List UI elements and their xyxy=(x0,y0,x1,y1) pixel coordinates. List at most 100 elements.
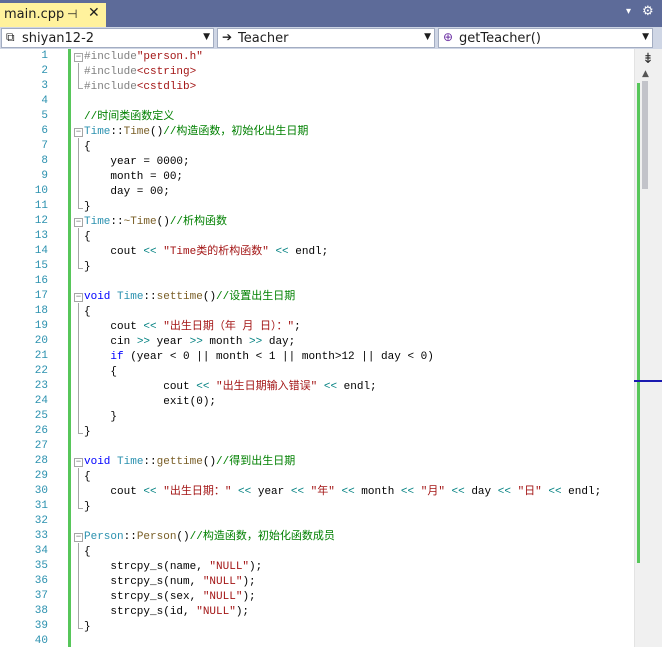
code-line[interactable]: if (year < 0 || month < 1 || month>12 ||… xyxy=(84,350,433,365)
code-token: ); xyxy=(235,606,250,618)
code-line[interactable]: { xyxy=(84,140,91,155)
code-line[interactable]: { xyxy=(84,470,91,485)
scroll-up-icon[interactable]: ▲ xyxy=(642,69,649,79)
gear-icon[interactable]: ⚙ xyxy=(642,4,654,19)
collapse-region-icon[interactable]: − xyxy=(74,128,83,137)
code-line[interactable]: strcpy_s(sex, "NULL"); xyxy=(84,590,255,605)
code-editor[interactable]: 1 2 3 4 5 6 7 8 9 10 11 12 13 14 15 16 17 18 19 20 21 22 23 24 2… xyxy=(0,49,662,647)
scroll-thumb[interactable] xyxy=(642,81,648,189)
code-token: "NULL" xyxy=(202,576,243,588)
collapse-region-icon[interactable]: − xyxy=(74,218,83,227)
code-line[interactable]: } xyxy=(84,410,117,425)
code-line[interactable]: month = 00; xyxy=(84,170,183,185)
code-line[interactable]: strcpy_s(name, "NULL"); xyxy=(84,560,262,575)
code-line[interactable]: strcpy_s(num, "NULL"); xyxy=(84,575,255,590)
line-number: 3 xyxy=(41,80,48,92)
line-number: 17 xyxy=(34,290,48,302)
fold-guide-end xyxy=(78,628,83,629)
code-line[interactable]: } xyxy=(84,260,91,275)
scrollbar-change-marker xyxy=(637,83,640,563)
line-number: 28 xyxy=(34,455,48,467)
code-line[interactable]: Person::Person()//构造函数，初始化函数成员 xyxy=(84,530,335,545)
code-line[interactable]: Time::Time()//构造函数，初始化出生日期 xyxy=(84,125,308,140)
fold-guide-line xyxy=(78,303,79,433)
code-line[interactable]: Time::~Time()//析构函数 xyxy=(84,215,227,230)
code-line[interactable]: { xyxy=(84,305,91,320)
code-line[interactable]: } xyxy=(84,620,91,635)
line-number: 38 xyxy=(34,605,48,617)
code-line[interactable]: cout << "出生日期输入错误" << endl; xyxy=(84,380,376,395)
code-token: month xyxy=(354,486,401,498)
code-token: gettime xyxy=(156,456,203,468)
collapse-region-icon[interactable]: − xyxy=(74,53,83,62)
code-token: //设置出生日期 xyxy=(216,291,296,303)
code-line[interactable]: { xyxy=(84,545,91,560)
code-line[interactable]: year = 0000; xyxy=(84,155,189,170)
code-token: } xyxy=(84,201,91,213)
code-token: "出生日期输入错误" xyxy=(216,381,318,393)
code-line[interactable]: } xyxy=(84,200,91,215)
code-line[interactable]: #include<cstdlib> xyxy=(84,80,196,95)
code-token: day xyxy=(464,486,498,498)
code-line[interactable]: void Time::gettime()//得到出生日期 xyxy=(84,455,295,470)
line-number: 7 xyxy=(41,140,48,152)
code-token: <cstring> xyxy=(136,66,197,78)
split-window-icon[interactable]: ⇟ xyxy=(638,50,658,68)
code-line[interactable]: cout << "Time类的析构函数" << endl; xyxy=(84,245,328,260)
collapse-region-icon[interactable]: − xyxy=(74,533,83,542)
member-dropdown[interactable]: ⊕ getTeacher() ▼ xyxy=(438,28,653,48)
pin-icon[interactable]: ⊣ xyxy=(67,7,77,21)
fold-guide-end xyxy=(78,433,83,434)
code-token: >> xyxy=(136,336,151,348)
line-number: 34 xyxy=(34,545,48,557)
code-line[interactable]: exit(0); xyxy=(84,395,216,410)
line-number: 19 xyxy=(34,320,48,332)
code-token: //得到出生日期 xyxy=(216,456,296,468)
code-token: "月" xyxy=(420,486,445,498)
collapse-region-icon[interactable]: − xyxy=(74,293,83,302)
code-token: << xyxy=(196,381,210,393)
line-number: 32 xyxy=(34,515,48,527)
code-token: << xyxy=(323,381,338,393)
line-number: 2 xyxy=(41,65,48,77)
code-token: month xyxy=(202,336,250,348)
close-icon[interactable]: ✕ xyxy=(88,5,100,21)
scope-dropdown[interactable]: ➔ Teacher ▼ xyxy=(217,28,435,48)
code-token: if xyxy=(110,351,124,363)
code-line[interactable]: cout << "出生日期（年 月 日）："; xyxy=(84,320,300,335)
code-line[interactable]: cin >> year >> month >> day; xyxy=(84,335,295,350)
code-line[interactable]: void Time::settime()//设置出生日期 xyxy=(84,290,295,305)
code-token: << xyxy=(275,246,289,258)
code-token: () xyxy=(176,531,190,543)
tab-list-dropdown-icon[interactable]: ▾ xyxy=(626,6,631,17)
code-token: day = 00; xyxy=(84,186,170,198)
code-token: () xyxy=(202,291,217,303)
code-line[interactable]: strcpy_s(id, "NULL"); xyxy=(84,605,249,620)
code-line[interactable]: day = 00; xyxy=(84,185,170,200)
code-token: cout xyxy=(84,381,197,393)
code-line[interactable]: cout << "出生日期：" << year << "年" << month … xyxy=(84,485,601,500)
code-token: { xyxy=(84,546,91,558)
collapse-region-icon[interactable]: − xyxy=(74,458,83,467)
code-token: << xyxy=(451,486,465,498)
fold-guide-line xyxy=(78,228,79,268)
code-token: { xyxy=(84,231,91,243)
line-number: 16 xyxy=(34,275,48,287)
tab-main-cpp[interactable]: main.cpp ⊣ ✕ xyxy=(0,3,106,27)
line-number: 8 xyxy=(41,155,48,167)
line-number: 22 xyxy=(34,365,48,377)
code-line[interactable]: { xyxy=(84,365,117,380)
code-line[interactable]: #include<cstring> xyxy=(84,65,196,80)
code-line[interactable]: #include"person.h" xyxy=(84,50,203,65)
code-line[interactable]: { xyxy=(84,230,91,245)
line-number: 24 xyxy=(34,395,48,407)
navigation-bar: ⧉ shiyan12-2 ▼ ➔ Teacher ▼ ⊕ getTeacher(… xyxy=(0,27,662,49)
code-token: << xyxy=(143,246,157,258)
fold-guide-line xyxy=(78,63,79,88)
code-line[interactable]: //时间类函数定义 xyxy=(84,110,174,125)
project-dropdown[interactable]: ⧉ shiyan12-2 ▼ xyxy=(1,28,214,48)
code-line[interactable]: } xyxy=(84,425,91,440)
code-line[interactable]: } xyxy=(84,500,91,515)
